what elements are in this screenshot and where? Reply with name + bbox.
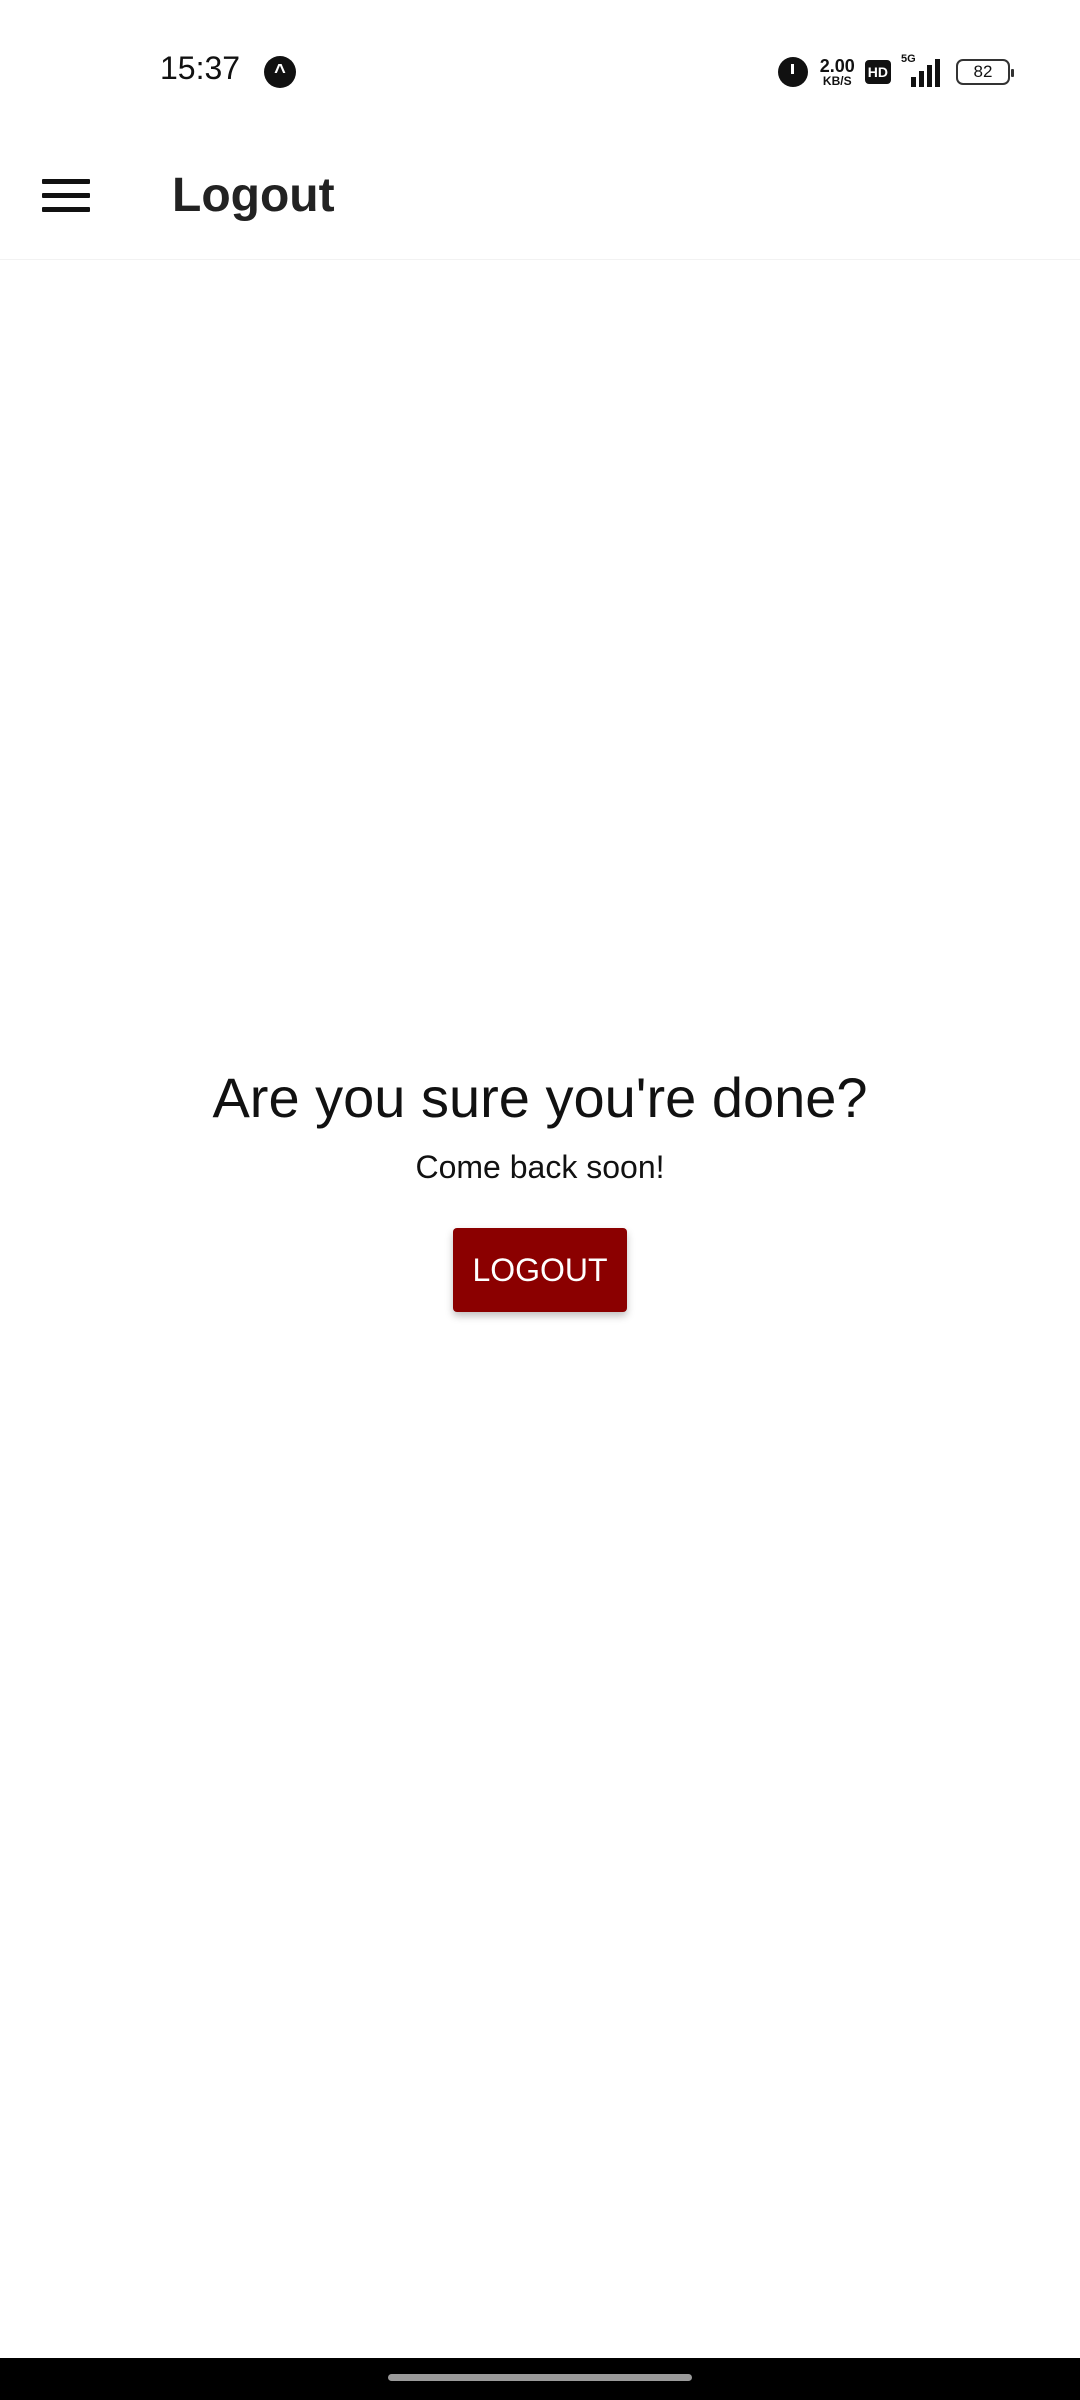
home-indicator[interactable] [388, 2374, 692, 2381]
logout-button[interactable]: LOGOUT [453, 1228, 627, 1312]
logout-prompt: Are you sure you're done? Come back soon… [0, 1060, 1080, 1312]
hamburger-menu-icon[interactable] [40, 168, 94, 222]
network-speed: 2.00 KB/S [820, 57, 855, 87]
logout-heading: Are you sure you're done? [212, 1066, 868, 1129]
status-time: 15:37 [160, 50, 241, 86]
logout-subheading: Come back soon! [415, 1149, 665, 1185]
page-title: Logout [172, 169, 335, 222]
battery-icon: 82 [956, 59, 1014, 85]
hd-badge: HD [864, 60, 891, 84]
network-speed-unit: KB/S [822, 74, 852, 88]
navigation-arrow-icon: ^ [264, 56, 296, 88]
network-type-label: 5G [901, 53, 916, 65]
logout-screen: 15:37 ^ 2.00 KB/S HD 5G 82 Logout Are yo… [0, 0, 1080, 2400]
network-speed-value: 2.00 [819, 56, 855, 76]
signal-strength-icon: 5G [901, 53, 940, 87]
app-bar: Logout [0, 130, 1080, 260]
system-navigation-bar [0, 2358, 1080, 2400]
status-bar: 15:37 ^ 2.00 KB/S HD 5G 82 [0, 0, 1080, 130]
status-indicators: 2.00 KB/S HD 5G 82 [777, 53, 1014, 90]
alarm-icon [777, 57, 808, 87]
battery-level: 82 [973, 62, 993, 81]
